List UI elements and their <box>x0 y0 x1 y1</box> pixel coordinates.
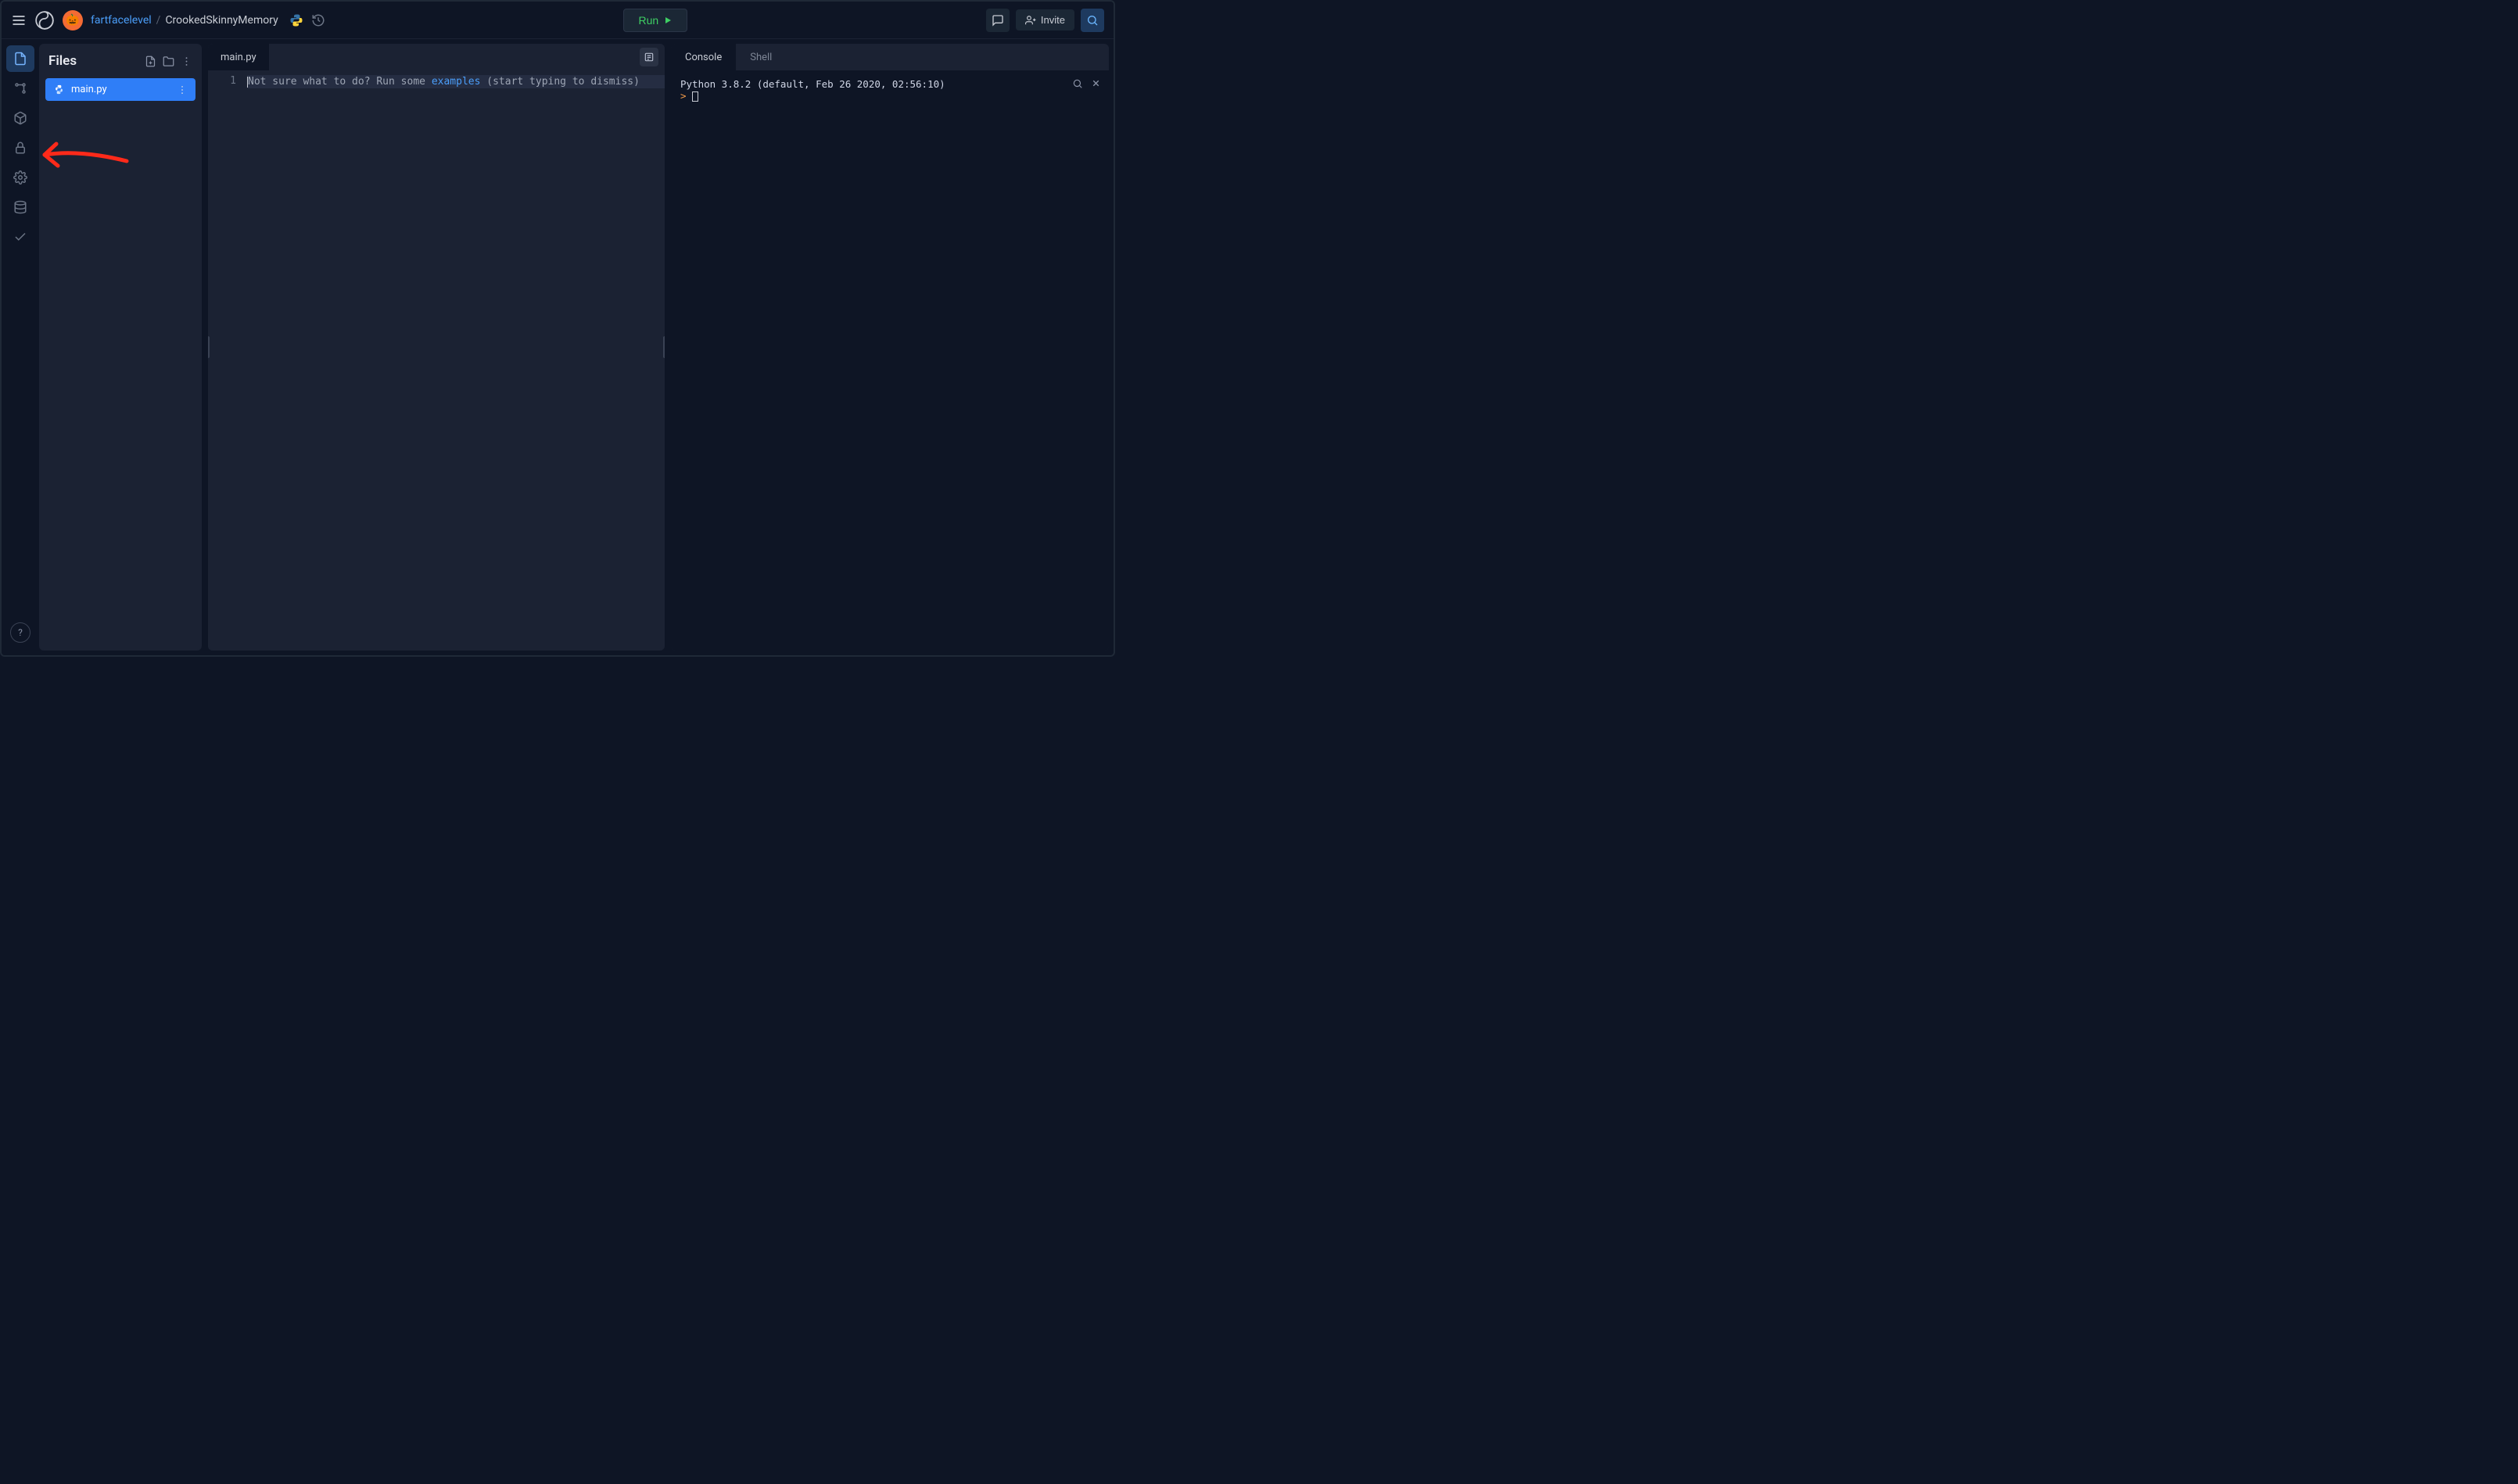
file-item-more-icon[interactable] <box>177 84 188 95</box>
new-file-icon[interactable] <box>145 56 156 67</box>
breadcrumb: fartfacelevel / CrookedSkinnyMemory <box>91 14 278 27</box>
editor-panel: main.py 1 Not sure what to do? Run some … <box>208 44 665 651</box>
resize-handle-left[interactable] <box>208 336 210 358</box>
code-editor[interactable]: 1 Not sure what to do? Run some examples… <box>208 70 665 651</box>
files-more-icon[interactable] <box>181 56 192 67</box>
avatar[interactable]: 🎃 <box>63 10 83 30</box>
invite-button[interactable]: Invite <box>1016 9 1074 30</box>
replit-logo-icon[interactable] <box>34 10 55 30</box>
rail-packages[interactable] <box>6 105 34 131</box>
file-item-label: main.py <box>71 84 107 95</box>
files-panel-title: Files <box>48 53 77 69</box>
rail-secrets[interactable] <box>6 134 34 161</box>
run-button[interactable]: Run <box>623 9 687 32</box>
menu-icon[interactable] <box>11 13 27 28</box>
file-item-main[interactable]: main.py <box>45 78 195 101</box>
invite-label: Invite <box>1041 14 1065 26</box>
help-button[interactable]: ? <box>10 622 30 643</box>
console-line: Python 3.8.2 (default, Feb 26 2020, 02:5… <box>680 78 1099 90</box>
console-search-icon[interactable] <box>1072 78 1083 89</box>
tab-console[interactable]: Console <box>671 44 736 70</box>
code-hint-prefix: Not sure what to do? Run some <box>248 76 432 88</box>
python-file-icon <box>53 84 65 95</box>
new-folder-icon[interactable] <box>163 56 174 67</box>
line-number: 1 <box>208 70 247 651</box>
search-button[interactable] <box>1081 9 1104 32</box>
history-icon[interactable] <box>311 13 325 27</box>
rail-check[interactable] <box>6 224 34 250</box>
breadcrumb-separator: / <box>156 14 161 27</box>
rail-version-control[interactable] <box>6 75 34 102</box>
breadcrumb-user[interactable]: fartfacelevel <box>91 14 152 27</box>
resize-handle-right[interactable] <box>663 336 665 358</box>
rail-files[interactable] <box>6 45 34 72</box>
tab-shell[interactable]: Shell <box>736 44 786 70</box>
console-output[interactable]: Python 3.8.2 (default, Feb 26 2020, 02:5… <box>671 70 1109 651</box>
python-icon <box>289 13 303 27</box>
rail-database[interactable] <box>6 194 34 220</box>
console-clear-icon[interactable] <box>1091 78 1101 89</box>
run-button-label: Run <box>638 14 658 27</box>
editor-format-icon[interactable] <box>640 48 658 66</box>
editor-tab-main[interactable]: main.py <box>208 44 269 70</box>
header: 🎃 fartfacelevel / CrookedSkinnyMemory Ru… <box>2 2 1114 39</box>
breadcrumb-repo[interactable]: CrookedSkinnyMemory <box>165 14 278 27</box>
left-rail: ? <box>2 39 39 655</box>
chat-button[interactable] <box>986 9 1010 32</box>
console-cursor <box>692 91 698 102</box>
rail-settings[interactable] <box>6 164 34 191</box>
console-prompt: > <box>680 90 687 102</box>
console-panel: Console Shell Python 3.8.2 (default, Feb… <box>671 44 1109 651</box>
files-panel: Files main.py <box>39 44 202 651</box>
code-hint-link[interactable]: examples <box>432 76 481 88</box>
code-hint-suffix: (start typing to dismiss) <box>480 76 640 88</box>
